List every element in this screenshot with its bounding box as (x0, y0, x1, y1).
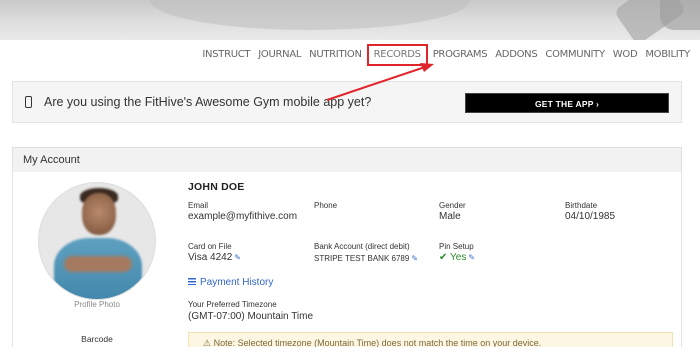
pin-setup-value: Yes (450, 252, 467, 263)
warning-icon: ⚠ (203, 338, 212, 347)
nav-item-instruct[interactable]: INSTRUCT (198, 45, 254, 65)
get-the-app-button[interactable]: GET THE APP › (465, 93, 669, 113)
nav-item-addons[interactable]: ADDONS (491, 45, 541, 65)
pin-setup-label: Pin Setup (439, 242, 474, 251)
profile-photo[interactable] (38, 182, 156, 300)
card-on-file-label: Card on File (188, 242, 232, 251)
nav-item-nutrition[interactable]: NUTRITION (305, 45, 366, 65)
nav-item-journal[interactable]: JOURNAL (254, 45, 305, 65)
gender-value: Male (439, 211, 461, 222)
member-name: JOHN DOE (188, 181, 245, 193)
nav-item-records[interactable]: RECORDS (366, 44, 428, 66)
card-on-file: Visa 4242 ✎ (188, 252, 241, 263)
nav-item-community[interactable]: COMMUNITY (541, 45, 608, 65)
nav-item-programs[interactable]: PROGRAMS (429, 45, 492, 65)
bank-account: STRIPE TEST BANK 6789 ✎ (314, 254, 418, 263)
avatar-arms (64, 256, 132, 272)
timezone-value: (GMT-07:00) Mountain Time (188, 311, 314, 322)
bank-account-label: Bank Account (direct debit) (314, 242, 410, 251)
profile-photo-label: Profile Photo (74, 300, 120, 309)
edit-bank-pencil-icon[interactable]: ✎ (411, 254, 418, 263)
main-nav: INSTRUCT JOURNAL NUTRITION RECORDS PROGR… (198, 44, 694, 66)
mobile-app-banner: Are you using the FitHive's Awesome Gym … (12, 81, 682, 123)
edit-pin-pencil-icon[interactable]: ✎ (468, 253, 475, 262)
hero-banner-image (0, 0, 700, 40)
timezone-warning-text: Note: Selected timezone (Mountain Time) … (213, 338, 542, 347)
hero-shape (660, 0, 700, 30)
birthdate-label: Birthdate (565, 201, 598, 210)
mobile-phone-icon (25, 96, 32, 108)
phone-label: Phone (314, 201, 338, 210)
card-on-file-value: Visa 4242 (188, 252, 233, 263)
pin-setup: ✔ Yes ✎ (439, 252, 475, 263)
email-label: Email (188, 201, 209, 210)
gender-label: Gender (439, 201, 466, 210)
timezone-label: Your Preferred Timezone (188, 300, 277, 309)
my-account-header: My Account (12, 147, 682, 173)
nav-item-wod[interactable]: WOD (609, 45, 642, 65)
barcode-label: Barcode (81, 334, 113, 344)
email-value: example@myfithive.com (188, 211, 298, 222)
avatar-head (82, 193, 116, 235)
nav-item-mobility[interactable]: MOBILITY (641, 45, 694, 65)
payment-history-link[interactable]: Payment History (188, 277, 273, 288)
hero-shape (150, 0, 470, 30)
payment-history-label: Payment History (200, 277, 274, 288)
banner-text: Are you using the FitHive's Awesome Gym … (44, 95, 372, 109)
list-icon (188, 278, 196, 285)
birthdate-value: 04/10/1985 (565, 211, 616, 222)
bank-account-value: STRIPE TEST BANK 6789 (314, 254, 410, 263)
check-icon: ✔ (439, 252, 448, 263)
edit-card-pencil-icon[interactable]: ✎ (234, 253, 241, 262)
timezone-warning: ⚠ Note: Selected timezone (Mountain Time… (188, 332, 673, 347)
